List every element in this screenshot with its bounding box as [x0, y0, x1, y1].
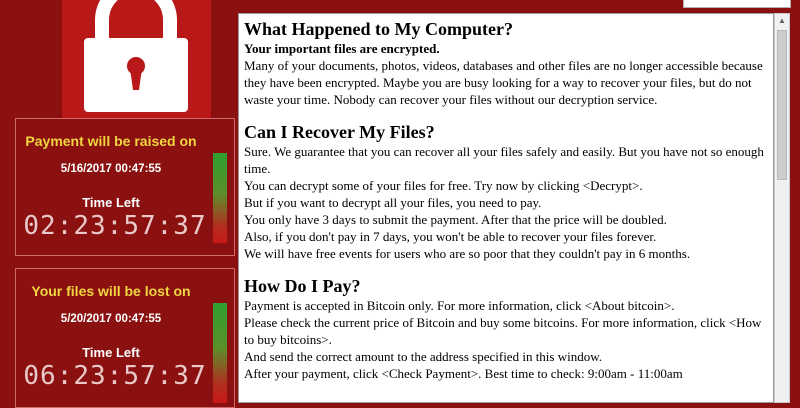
panel-date: 5/16/2017 00:47:55 — [60, 163, 162, 175]
level-bar — [213, 303, 227, 403]
section-paragraph: Your important files are encrypted. — [244, 41, 440, 56]
section-paragraph: Sure. We guarantee that you can recover … — [244, 144, 764, 176]
countdown-display: 06:23:57:37 — [23, 361, 207, 391]
level-bar — [213, 153, 227, 243]
scroll-thumb[interactable] — [777, 30, 787, 180]
section-paragraph: You can decrypt some of your files for f… — [244, 178, 643, 193]
section-paragraph: Also, if you don't pay in 7 days, you wo… — [244, 229, 657, 244]
section-paragraph: We will have free events for users who a… — [244, 246, 691, 261]
panel-date: 5/20/2017 00:47:55 — [60, 313, 162, 325]
padlock-icon — [84, 0, 188, 112]
section-paragraph: Please check the current price of Bitcoi… — [244, 315, 762, 347]
time-left-label: Time Left — [82, 345, 140, 360]
lock-logo — [62, 0, 211, 118]
content-scrollbar[interactable]: ▲ — [774, 13, 790, 403]
section-paragraph: Payment is accepted in Bitcoin only. For… — [244, 298, 675, 313]
top-field[interactable] — [683, 0, 791, 8]
scroll-up-icon[interactable]: ▲ — [775, 14, 789, 28]
section-heading: How Do I Pay? — [244, 276, 361, 296]
section-heading: Can I Recover My Files? — [244, 122, 435, 142]
section-paragraph: You only have 3 days to submit the payme… — [244, 212, 667, 227]
files-lost-panel: Your files will be lost on 5/20/2017 00:… — [15, 268, 235, 408]
section-paragraph: Many of your documents, photos, videos, … — [244, 58, 763, 107]
time-left-label: Time Left — [82, 195, 140, 210]
ransom-message: What Happened to My Computer? Your impor… — [238, 13, 774, 403]
section-paragraph: After your payment, click <Check Payment… — [244, 366, 683, 381]
payment-raise-panel: Payment will be raised on 5/16/2017 00:4… — [15, 118, 235, 256]
countdown-display: 02:23:57:37 — [23, 211, 207, 241]
section-heading: What Happened to My Computer? — [244, 19, 513, 39]
panel-title: Payment will be raised on — [25, 133, 197, 149]
panel-title: Your files will be lost on — [31, 283, 191, 299]
section-paragraph: But if you want to decrypt all your file… — [244, 195, 542, 210]
section-paragraph: And send the correct amount to the addre… — [244, 349, 603, 364]
